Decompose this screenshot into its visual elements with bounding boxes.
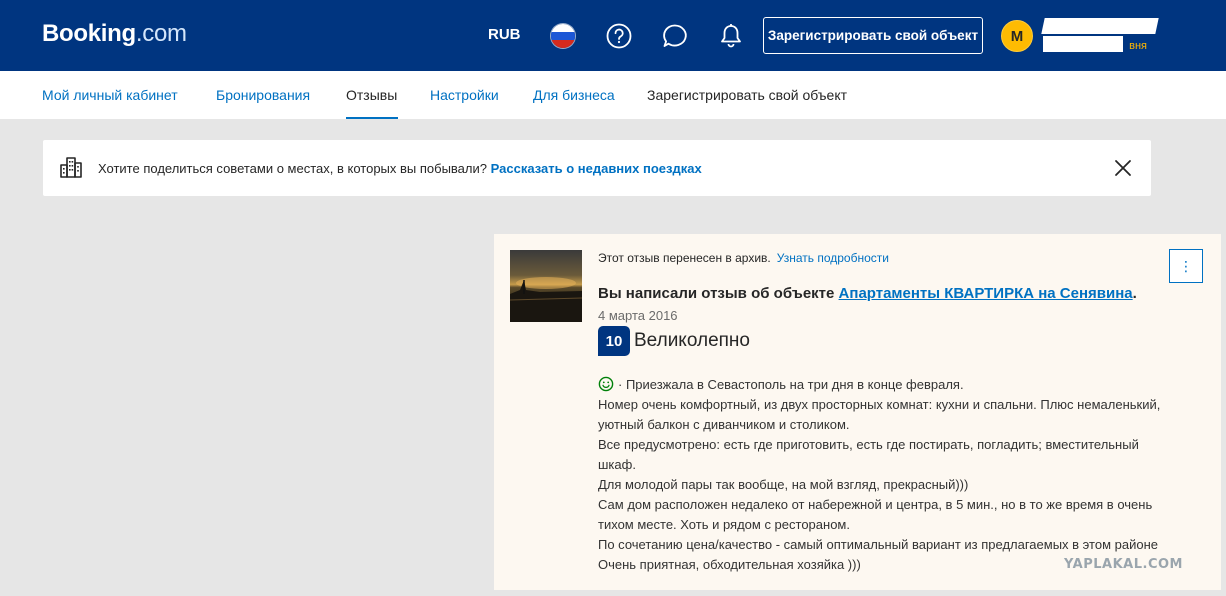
travel-tips-banner: Хотите поделиться советами о местах, в к… [43, 140, 1151, 196]
learn-more-link[interactable]: Узнать подробности [777, 251, 889, 265]
account-nav: Мой личный кабинет Бронирования Отзывы Н… [0, 71, 1226, 119]
nav-register-property[interactable]: Зарегистрировать свой объект [647, 87, 847, 103]
review-text: · Приезжала в Севастополь на три дня в к… [598, 375, 1208, 575]
sunset-harbor-image [510, 277, 582, 322]
nav-business[interactable]: Для бизнеса [533, 87, 615, 103]
review-date: 4 марта 2016 [598, 308, 678, 323]
property-link[interactable]: Апартаменты КВАРТИРКА на Сенявина [839, 285, 1133, 302]
archived-notice: Этот отзыв перенесен в архив. Узнать подр… [598, 251, 889, 265]
review-line: тихом месте. Хоть и рядом с рестораном. [598, 517, 850, 532]
top-header: Booking.com RUB Зарегистрировать свой об… [0, 0, 1226, 71]
review-card: Этот отзыв перенесен в архив. Узнать подр… [494, 234, 1221, 590]
property-photo[interactable] [510, 250, 582, 322]
score-label: Великолепно [634, 330, 750, 351]
bell-icon[interactable] [717, 22, 745, 50]
review-line: Сам дом расположен недалеко от набережно… [598, 497, 1153, 512]
archived-text: Этот отзыв перенесен в архив. [598, 251, 771, 265]
close-icon[interactable] [1113, 158, 1133, 178]
currency-selector[interactable]: RUB [488, 26, 521, 43]
review-line: шкаф. [598, 457, 636, 472]
russia-flag-icon[interactable] [551, 24, 575, 48]
help-icon[interactable] [605, 22, 633, 50]
site-watermark: YAPLAKAL.COM [1064, 557, 1183, 572]
banner-question: Хотите поделиться советами о местах, в к… [98, 161, 487, 176]
banner-message: Хотите поделиться советами о местах, в к… [98, 161, 702, 176]
nav-settings[interactable]: Настройки [430, 87, 499, 103]
city-icon [60, 157, 82, 178]
nav-my-account[interactable]: Мой личный кабинет [42, 87, 178, 103]
review-line: уютный балкон с диванчиком и столиком. [598, 417, 850, 432]
review-line-text: · Приезжала в Севастополь на три дня в к… [618, 377, 964, 392]
review-line: Номер очень комфортный, из двух просторн… [598, 397, 1161, 412]
smiley-icon [598, 376, 614, 392]
nav-bookings[interactable]: Бронирования [216, 87, 310, 103]
review-line: Для молодой пары так вообще, на мой взгл… [598, 477, 969, 492]
review-heading-prefix: Вы написали отзыв об объекте [598, 285, 835, 302]
review-line: · Приезжала в Севастополь на три дня в к… [598, 375, 1208, 395]
logo-text: Booking [42, 20, 136, 47]
score-badge: 10 [598, 326, 630, 356]
register-property-button[interactable]: Зарегистрировать свой объект [763, 17, 983, 54]
avatar[interactable]: M [1001, 20, 1033, 52]
booking-logo[interactable]: Booking.com [42, 20, 187, 48]
user-level-redacted [1043, 36, 1123, 52]
more-vertical-icon: ⋮ [1179, 257, 1193, 274]
review-line: Все предусмотрено: есть где приготовить,… [598, 437, 1139, 452]
more-options-button[interactable]: ⋮ [1169, 249, 1203, 283]
active-tab-indicator [346, 117, 398, 119]
review-line: По сочетанию цена/качество - самый оптим… [598, 537, 1158, 552]
user-name-redacted[interactable] [1041, 18, 1159, 34]
nav-reviews[interactable]: Отзывы [346, 87, 397, 103]
recent-trips-link[interactable]: Рассказать о недавних поездках [491, 161, 702, 176]
review-heading-suffix: . [1132, 285, 1137, 302]
review-heading: Вы написали отзыв об объекте Апартаменты… [598, 285, 1137, 302]
chat-icon[interactable] [661, 22, 689, 50]
logo-suffix: .com [135, 20, 187, 47]
